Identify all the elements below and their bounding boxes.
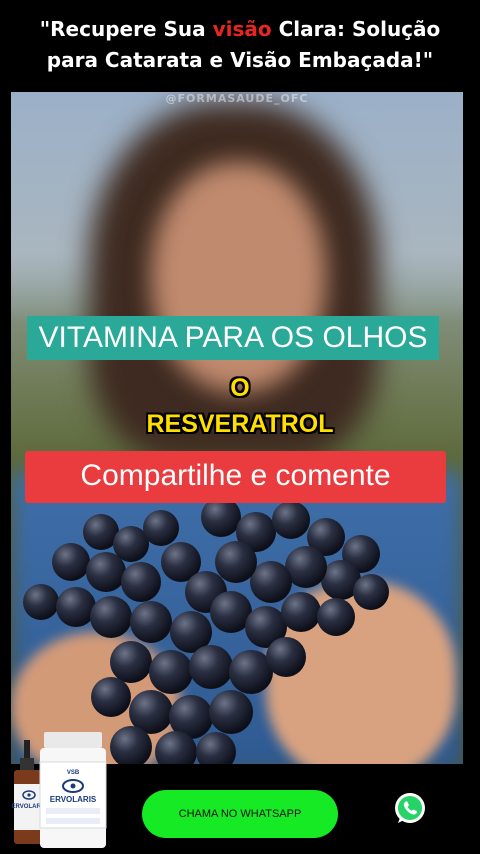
headline-text-a: Recupere Sua [50, 17, 213, 41]
video-watermark: @FORMASAUDE_OFC [165, 92, 309, 105]
headline-line-2: para Catarata e Visão Embaçada!" [46, 48, 434, 72]
whatsapp-icon[interactable] [392, 791, 428, 827]
quote-mark: " [39, 17, 51, 41]
share-comment-banner: Compartilhe e comente [25, 451, 446, 503]
headline-line-1: "Recupere Sua visão Clara: Solução [0, 14, 480, 45]
svg-text:ERVOLARIS: ERVOLARIS [50, 795, 97, 804]
svg-text:VSB: VSB [67, 770, 80, 776]
title-banner: VITAMINA PARA OS OLHOS [27, 316, 439, 360]
headline-highlight: visão [212, 17, 272, 41]
product-bottles-image: ERVOLARIS VSB ERVOLARIS [12, 732, 107, 848]
headline-text-b: Clara: Solução [271, 17, 441, 41]
subtitle-banner: O RESVERATROL [146, 374, 334, 438]
headline: "Recupere Sua visão Clara: Solução para … [0, 14, 480, 76]
whatsapp-contact-button[interactable]: CHAMA NO WHATSAPP [142, 790, 338, 838]
